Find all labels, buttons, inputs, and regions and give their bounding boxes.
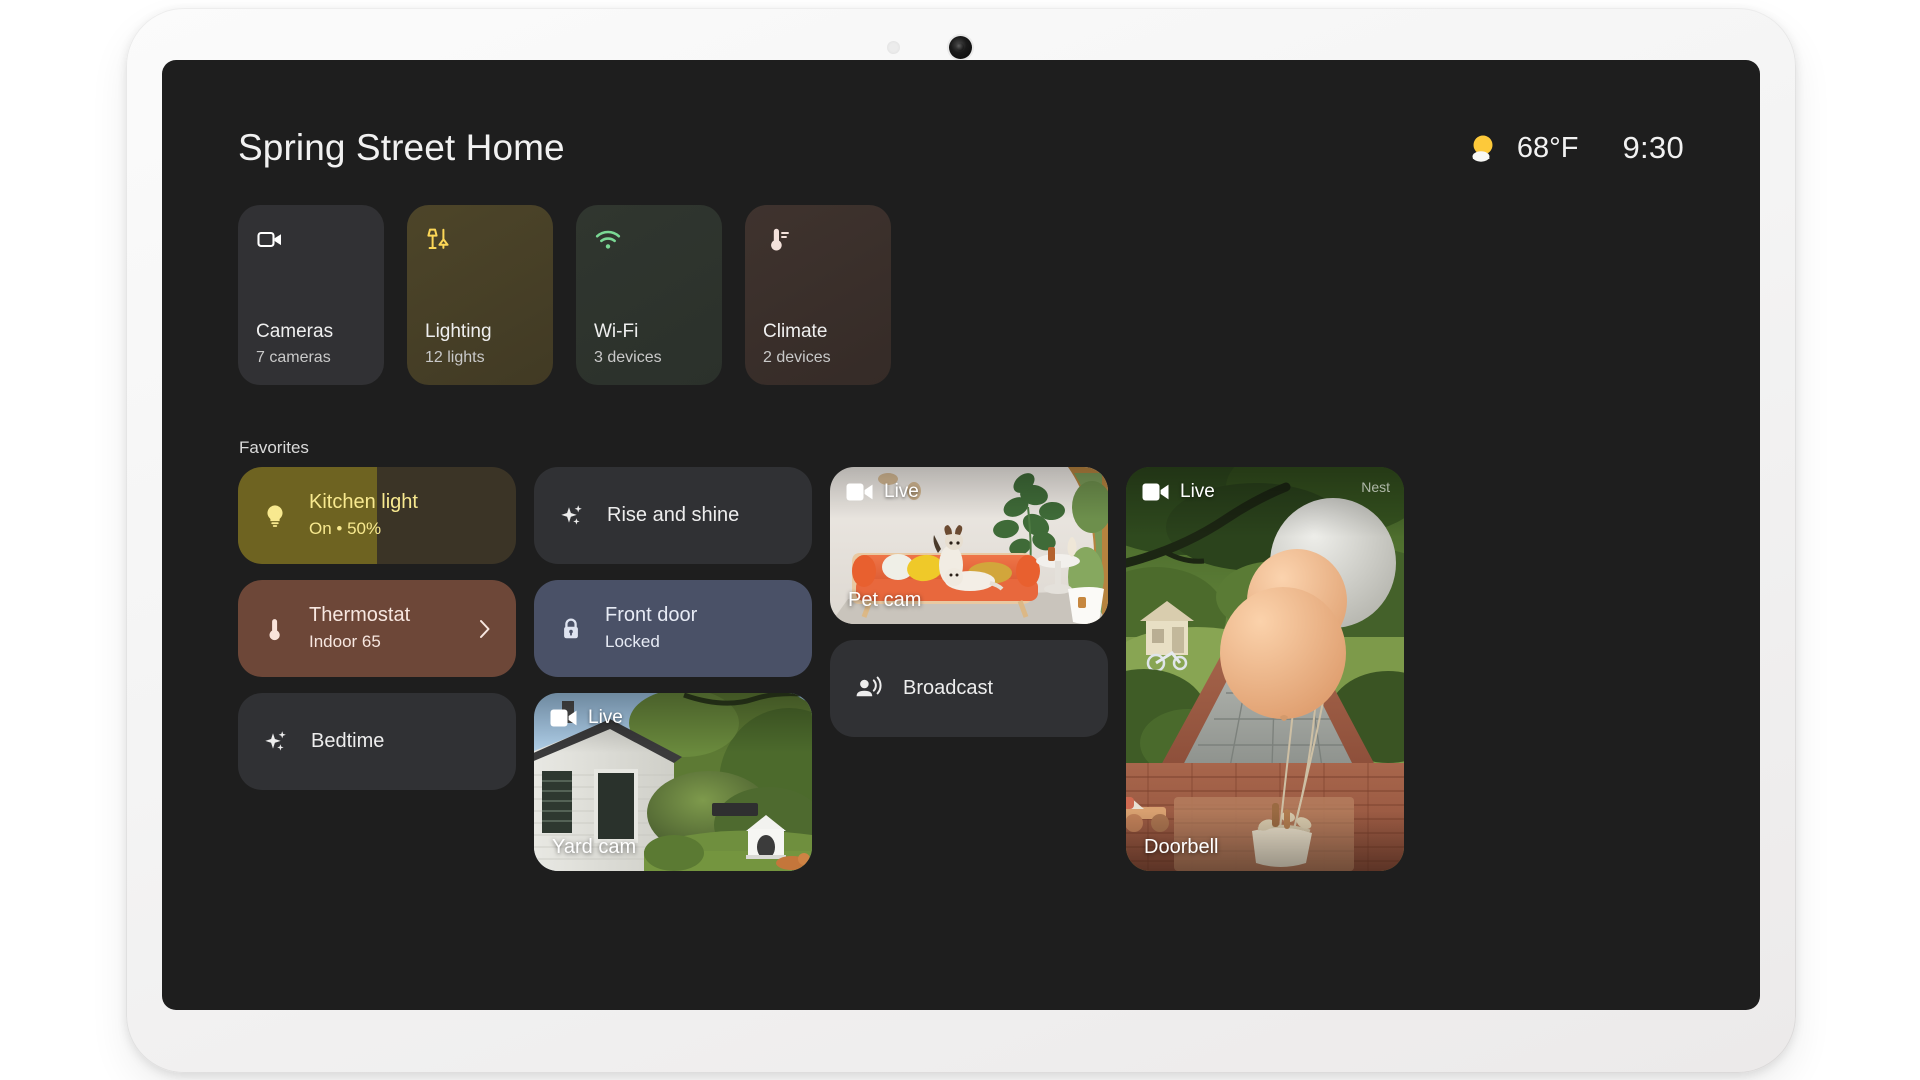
wifi-icon (594, 225, 622, 253)
sparkle-icon (262, 728, 290, 756)
quick-card-climate[interactable]: Climate 2 devices (745, 205, 891, 385)
quick-action-row: Cameras 7 cameras Lighting 12 lights Wi-… (238, 205, 891, 385)
live-label: Live (884, 481, 919, 502)
quick-card-title: Wi-Fi (594, 321, 639, 343)
quick-card-subtitle: 3 devices (594, 348, 662, 366)
status-area: 68°F 9:30 (1467, 130, 1684, 166)
favorite-front-door[interactable]: Front door Locked (534, 580, 812, 677)
quick-card-cameras[interactable]: Cameras 7 cameras (238, 205, 384, 385)
lock-closed-icon (558, 616, 584, 642)
display-screen: Spring Street Home 68°F 9:30 Cameras 7 c… (162, 60, 1760, 1010)
lamp-icon (425, 225, 453, 253)
camera-name: Pet cam (848, 589, 922, 611)
thermometer-icon (763, 225, 791, 253)
thermometer-icon (262, 616, 288, 642)
favorite-rise-and-shine[interactable]: Rise and shine (534, 467, 812, 564)
front-camera-lens (949, 36, 972, 59)
camera-tile-pet-cam[interactable]: Live Pet cam (830, 467, 1108, 624)
favorite-title: Rise and shine (607, 504, 740, 526)
favorite-title: Broadcast (903, 677, 994, 699)
lightbulb-icon (262, 503, 288, 529)
favorite-bedtime[interactable]: Bedtime (238, 693, 516, 790)
broadcast-icon (854, 675, 882, 703)
live-badge: Live (1142, 481, 1215, 503)
header-bar: Spring Street Home 68°F 9:30 (238, 118, 1684, 178)
live-label: Live (588, 707, 623, 728)
favorite-subtitle: Locked (605, 632, 660, 652)
favorites-section-label: Favorites (239, 438, 309, 457)
camera-tile-doorbell[interactable]: Live Nest Doorbell (1126, 467, 1404, 871)
live-badge: Live (550, 707, 623, 729)
quick-card-subtitle: 7 cameras (256, 348, 331, 366)
quick-card-subtitle: 12 lights (425, 348, 485, 366)
favorite-subtitle: On • 50% (309, 519, 382, 539)
quick-card-title: Lighting (425, 321, 492, 343)
video-camera-icon (846, 482, 873, 502)
quick-card-title: Cameras (256, 321, 334, 343)
temperature-value: 68°F (1516, 131, 1579, 164)
quick-card-lighting[interactable]: Lighting 12 lights (407, 205, 553, 385)
live-label: Live (1180, 481, 1215, 502)
video-camera-icon (1142, 482, 1169, 502)
camera-tile-yard-cam[interactable]: Live Yard cam (534, 693, 812, 871)
clock-value[interactable]: 9:30 (1622, 130, 1684, 166)
favorite-title: Kitchen light (309, 491, 418, 514)
screenshot-root: Spring Street Home 68°F 9:30 Cameras 7 c… (0, 0, 1920, 1080)
favorites-grid: Kitchen light On • 50% Rise and shine Th… (238, 467, 1684, 974)
camera-name: Doorbell (1144, 836, 1219, 858)
camera-name: Yard cam (552, 836, 637, 858)
quick-card-wifi[interactable]: Wi-Fi 3 devices (576, 205, 722, 385)
sparkle-icon (558, 502, 586, 530)
camera-brand-watermark: Nest (1361, 479, 1390, 495)
favorite-thermostat[interactable]: Thermostat Indoor 65 (238, 580, 516, 677)
favorite-kitchen-light[interactable]: Kitchen light On • 50% (238, 467, 516, 564)
doorbell-feed (1126, 467, 1404, 871)
favorite-title: Bedtime (311, 730, 385, 752)
sun-behind-cloud-icon (1467, 131, 1501, 165)
favorite-broadcast[interactable]: Broadcast (830, 640, 1108, 737)
page-title: Spring Street Home (238, 127, 565, 168)
smart-display-device: Spring Street Home 68°F 9:30 Cameras 7 c… (126, 8, 1796, 1073)
quick-card-title: Climate (763, 321, 828, 343)
favorite-title: Front door (605, 604, 698, 627)
weather-widget[interactable]: 68°F (1467, 131, 1579, 165)
ambient-sensor-dot (887, 41, 900, 54)
quick-card-subtitle: 2 devices (763, 348, 831, 366)
video-camera-icon (256, 225, 284, 253)
chevron-right-icon[interactable] (478, 618, 492, 640)
favorite-title: Thermostat (309, 604, 411, 627)
video-camera-icon (550, 708, 577, 728)
live-badge: Live (846, 481, 919, 503)
favorite-subtitle: Indoor 65 (309, 632, 381, 652)
